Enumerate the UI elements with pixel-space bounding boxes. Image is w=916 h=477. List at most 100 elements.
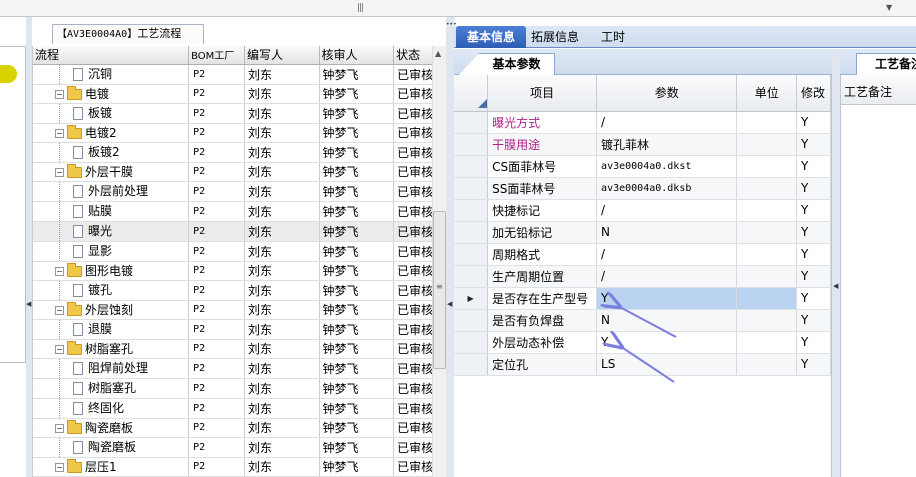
bom-cell[interactable]: P2 [188,181,245,202]
flow-cell[interactable]: 终固化 [33,398,190,419]
item-cell[interactable]: 是否有负焊盘 [487,309,598,332]
reviewer-cell[interactable]: 钟梦飞 [319,142,395,163]
col-item[interactable]: 项目 [487,75,598,112]
reviewer-cell[interactable]: 钟梦飞 [319,84,395,104]
bom-cell[interactable]: P2 [188,162,245,182]
flow-cell[interactable]: − 陶瓷磨板 [33,418,190,438]
writer-cell[interactable]: 刘东 [244,280,320,301]
reviewer-cell[interactable]: 钟梦飞 [319,162,395,182]
modify-cell[interactable]: Y [796,177,831,200]
bom-cell[interactable]: P2 [188,300,245,320]
row-header[interactable]: ▶ [454,287,489,310]
flow-cell[interactable]: − 外层蚀刻 [33,300,190,320]
param-row[interactable]: 是否有负焊盘 N Y [454,309,831,332]
param-row[interactable]: 定位孔 LS Y [454,353,831,376]
value-cell[interactable]: N [596,309,738,332]
reviewer-cell[interactable]: 钟梦飞 [319,418,395,438]
param-row[interactable]: 快捷标记 / Y [454,199,831,222]
bom-cell[interactable]: P2 [188,123,245,143]
table-row[interactable]: 板镀2 P2 刘东 钟梦飞 已审核 [33,142,446,163]
col-value[interactable]: 参数 [596,75,738,112]
value-cell[interactable]: 镀孔菲林 [596,133,738,156]
unit-cell[interactable] [736,177,798,200]
modify-cell[interactable]: Y [796,221,831,244]
param-row[interactable]: 曝光方式 / Y [454,111,831,134]
reviewer-cell[interactable]: 钟梦飞 [319,280,395,301]
bom-cell[interactable]: P2 [188,358,245,379]
table-row[interactable]: 退膜 P2 刘东 钟梦飞 已审核 [33,319,446,340]
table-row[interactable]: − 电镀2 P2 刘东 钟梦飞 已审核 [33,123,446,143]
splitter-middle[interactable]: ••• ◀ [446,17,457,477]
param-row[interactable]: 干膜用途 镀孔菲林 Y [454,133,831,156]
reviewer-cell[interactable]: 钟梦飞 [319,358,395,379]
param-row[interactable]: 加无铅标记 N Y [454,221,831,244]
table-row[interactable]: − 层压1 P2 刘东 钟梦飞 已审核 [33,457,446,477]
scrollbar-thumb[interactable]: ≡ [433,211,446,369]
item-cell[interactable]: 定位孔 [487,353,598,376]
item-cell[interactable]: 加无铅标记 [487,221,598,244]
param-row[interactable]: CS面菲林号 av3e0004a0.dkst Y [454,155,831,178]
flow-cell[interactable]: 外层前处理 [33,181,190,202]
reviewer-cell[interactable]: 钟梦飞 [319,221,395,242]
bom-cell[interactable]: P2 [188,339,245,359]
collapse-icon[interactable]: − [55,267,64,276]
row-header[interactable] [454,265,489,288]
value-cell[interactable]: av3e0004a0.dksb [596,177,738,200]
tab-basic-info[interactable]: 基本信息 [456,26,526,48]
reviewer-cell[interactable]: 钟梦飞 [319,123,395,143]
writer-cell[interactable]: 刘东 [244,300,320,320]
table-row[interactable]: 镀孔 P2 刘东 钟梦飞 已审核 [33,280,446,301]
table-row[interactable]: 树脂塞孔 P2 刘东 钟梦飞 已审核 [33,378,446,399]
item-cell[interactable]: 周期格式 [487,243,598,266]
flow-cell[interactable]: 阻焊前处理 [33,358,190,379]
row-header[interactable] [454,221,489,244]
bom-cell[interactable]: P2 [188,241,245,262]
reviewer-cell[interactable]: 钟梦飞 [319,319,395,340]
unit-cell[interactable] [736,155,798,178]
bom-cell[interactable]: P2 [188,398,245,419]
param-row[interactable]: SS面菲林号 av3e0004a0.dksb Y [454,177,831,200]
value-cell[interactable]: / [596,265,738,288]
table-row[interactable]: 阻焊前处理 P2 刘东 钟梦飞 已审核 [33,358,446,379]
row-header[interactable] [454,309,489,332]
writer-cell[interactable]: 刘东 [244,181,320,202]
table-row[interactable]: 曝光 P2 刘东 钟梦飞 已审核 [33,221,446,242]
flow-cell[interactable]: 陶瓷磨板 [33,437,190,458]
col-modify[interactable]: 修改 [796,75,831,112]
table-row[interactable]: − 外层蚀刻 P2 刘东 钟梦飞 已审核 [33,300,446,320]
modify-cell[interactable]: Y [796,133,831,156]
table-row[interactable]: 板镀 P2 刘东 钟梦飞 已审核 [33,103,446,124]
writer-cell[interactable]: 刘东 [244,339,320,359]
reviewer-cell[interactable]: 钟梦飞 [319,64,395,85]
reviewer-cell[interactable]: 钟梦飞 [319,378,395,399]
value-cell[interactable]: LS [596,353,738,376]
bom-cell[interactable]: P2 [188,201,245,222]
reviewer-cell[interactable]: 钟梦飞 [319,181,395,202]
item-cell[interactable]: 外层动态补偿 [487,331,598,354]
writer-cell[interactable]: 刘东 [244,378,320,399]
writer-cell[interactable]: 刘东 [244,64,320,85]
writer-cell[interactable]: 刘东 [244,241,320,262]
bom-cell[interactable]: P2 [188,319,245,340]
row-header[interactable] [454,353,489,376]
modify-cell[interactable]: Y [796,331,831,354]
reviewer-cell[interactable]: 钟梦飞 [319,261,395,281]
modify-cell[interactable]: Y [796,309,831,332]
bom-cell[interactable]: P2 [188,64,245,85]
writer-cell[interactable]: 刘东 [244,162,320,182]
flow-cell[interactable]: − 电镀 [33,84,190,104]
modify-cell[interactable]: Y [796,243,831,266]
collapse-arrow-icon[interactable]: ◀ [447,300,452,308]
value-cell[interactable]: / [596,111,738,134]
value-cell[interactable]: N [596,221,738,244]
writer-cell[interactable]: 刘东 [244,457,320,477]
table-row[interactable]: − 图形电镀 P2 刘东 钟梦飞 已审核 [33,261,446,281]
bom-cell[interactable]: P2 [188,378,245,399]
reviewer-cell[interactable]: 钟梦飞 [319,339,395,359]
flow-cell[interactable]: 镀孔 [33,280,190,301]
row-header[interactable] [454,177,489,200]
table-row[interactable]: 沉铜 P2 刘东 钟梦飞 已审核 [33,64,446,85]
flow-cell[interactable]: 沉铜 [33,64,190,85]
col-flow[interactable]: 流程 [33,46,190,65]
dropdown-arrow-icon[interactable]: ▼ [886,3,898,13]
